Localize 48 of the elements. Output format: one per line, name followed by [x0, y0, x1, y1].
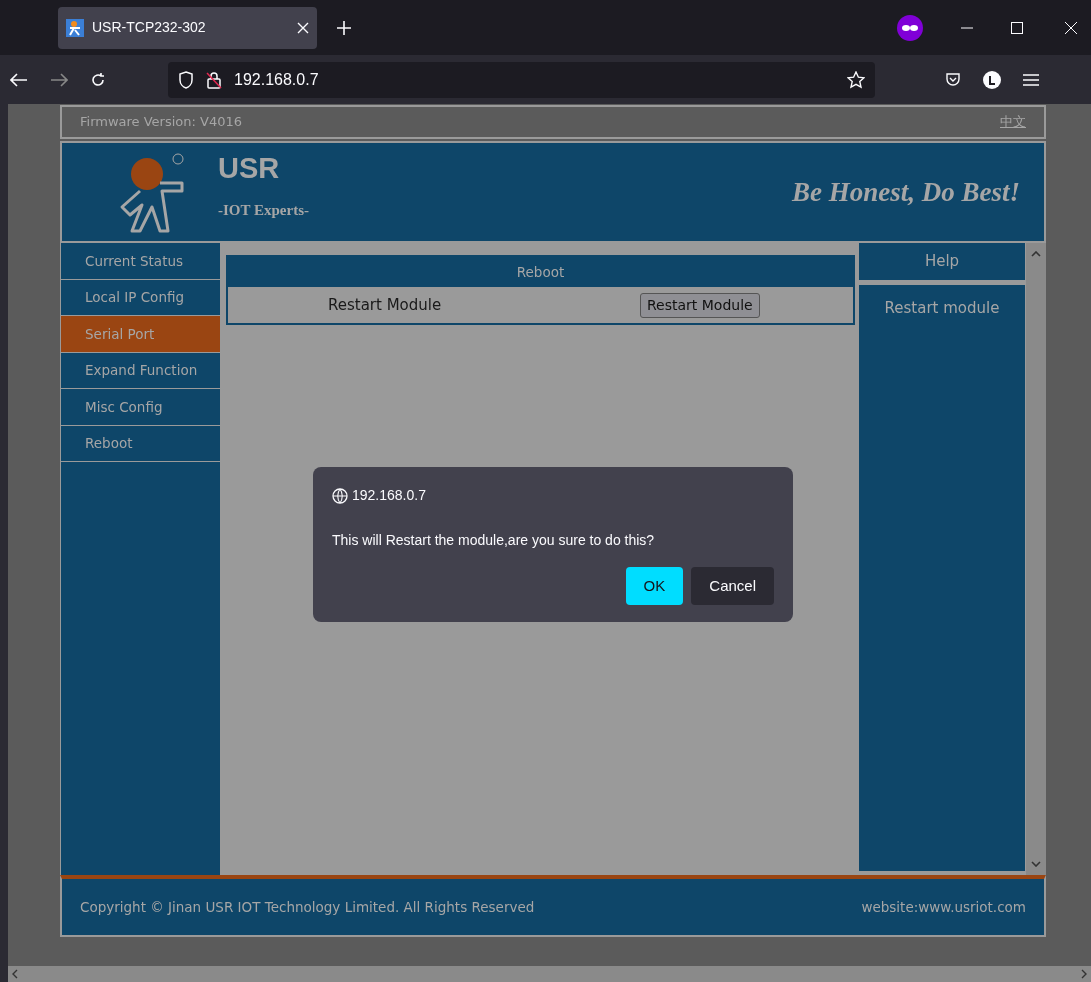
back-icon[interactable]	[10, 72, 28, 87]
website-label: website:	[861, 898, 919, 915]
dialog-message: This will Restart the module,are you sure to do this?	[332, 531, 656, 550]
logo-text: USR	[218, 154, 281, 184]
minimize-icon[interactable]	[961, 26, 973, 29]
tagline: -IOT Experts-	[218, 201, 309, 221]
forward-icon[interactable]	[50, 72, 68, 87]
ok-button[interactable]: OK	[625, 567, 684, 605]
language-link[interactable]: 中文	[1000, 112, 1026, 132]
cancel-button[interactable]: Cancel	[691, 567, 774, 605]
menu-item[interactable]: Expand Function	[61, 352, 220, 389]
scroll-up-icon[interactable]	[1031, 251, 1041, 257]
firmware-version: Firmware Version: V4016	[80, 113, 242, 132]
menu-item[interactable]: Misc Config	[61, 389, 220, 426]
dialog-origin: 192.168.0.7	[352, 486, 426, 505]
lock-icon	[206, 70, 222, 89]
address-bar[interactable]: 192.168.0.7	[168, 61, 875, 98]
scroll-left-icon[interactable]	[12, 969, 18, 979]
globe-icon	[332, 487, 348, 504]
favicon-icon	[66, 18, 84, 37]
menu-item[interactable]: Current Status	[61, 243, 220, 280]
browser-tab[interactable]: USR-TCP232-302	[58, 6, 317, 49]
horizontal-scrollbar[interactable]	[0, 966, 1091, 982]
reload-icon[interactable]	[90, 71, 106, 88]
menu-item[interactable]: Reboot	[61, 425, 220, 462]
menu-icon[interactable]	[1023, 72, 1039, 87]
shield-icon	[178, 70, 194, 89]
close-icon[interactable]	[297, 21, 309, 34]
scroll-right-icon[interactable]	[1081, 969, 1087, 979]
maximize-icon[interactable]	[1011, 21, 1023, 34]
copyright-text: Copyright © Jinan USR IOT Technology Limited. All Rights Reserved	[80, 897, 535, 917]
panel-title: Reboot	[228, 257, 853, 287]
close-icon[interactable]	[1065, 21, 1077, 34]
account-icon[interactable]	[983, 70, 1001, 89]
scrollbar[interactable]	[1026, 243, 1046, 875]
new-tab-icon[interactable]	[337, 20, 351, 35]
help-text: Restart module	[884, 299, 1000, 317]
star-icon[interactable]	[847, 70, 865, 89]
tab-title: USR-TCP232-302	[92, 18, 206, 37]
mask-icon[interactable]	[897, 14, 923, 41]
pocket-icon[interactable]	[945, 71, 961, 88]
restart-button[interactable]: Restart Module	[640, 292, 760, 318]
help-title: Help	[859, 243, 1025, 280]
website-link[interactable]: www.usriot.com	[918, 898, 1026, 915]
scroll-down-icon[interactable]	[1031, 861, 1041, 867]
row-label: Restart Module	[327, 294, 443, 316]
menu-item[interactable]: Serial Port	[61, 316, 220, 353]
slogan: Be Honest, Do Best!	[792, 175, 1020, 209]
